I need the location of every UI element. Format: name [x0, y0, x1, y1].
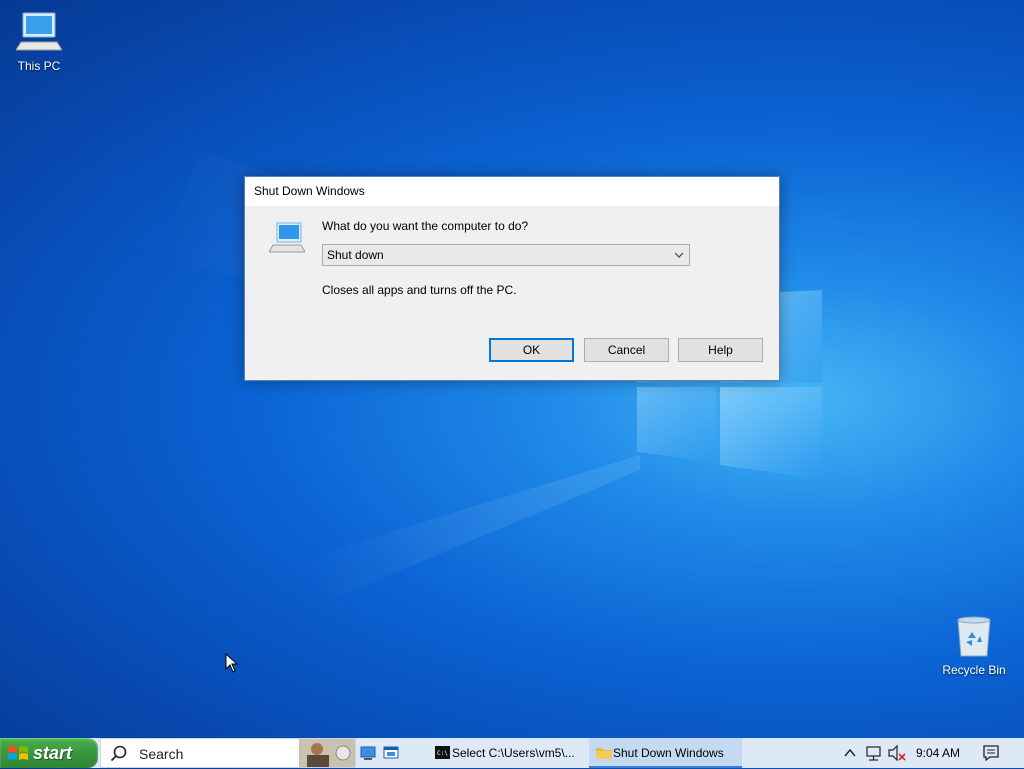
- shutdown-dialog: Shut Down Windows What do you want the c…: [244, 176, 780, 381]
- dialog-prompt: What do you want the computer to do?: [322, 219, 529, 233]
- windows-flag-icon: [8, 746, 28, 760]
- svg-text:C:\: C:\: [437, 750, 448, 757]
- desktop-icon-recycle-bin[interactable]: Recycle Bin: [934, 614, 1014, 677]
- network-icon[interactable]: [865, 738, 883, 768]
- taskbar-item-label: Shut Down Windows: [613, 746, 724, 760]
- option-description: Closes all apps and turns off the PC.: [322, 283, 517, 297]
- search-icon: [110, 745, 127, 762]
- help-button[interactable]: Help: [678, 338, 763, 362]
- desktop-quicklaunch-icon[interactable]: [360, 745, 376, 761]
- start-button[interactable]: start: [0, 738, 98, 768]
- cmd-icon: C:\: [435, 746, 450, 759]
- start-label: start: [33, 743, 73, 763]
- desktop-icon-label: This PC: [17, 59, 61, 73]
- search-placeholder: Search: [139, 746, 184, 762]
- search-highlight-image: [299, 739, 355, 767]
- mouse-cursor-icon: [225, 653, 239, 673]
- window-switcher-icon[interactable]: [383, 745, 399, 761]
- taskbar-item-label: Select C:\Users\vm5\...: [452, 746, 575, 760]
- dialog-title[interactable]: Shut Down Windows: [245, 177, 779, 206]
- folder-icon: [596, 748, 612, 759]
- taskbar: start Search C:\ Select C:\Users\vm5\...: [0, 738, 1024, 768]
- select-value: Shut down: [327, 248, 384, 262]
- ok-button[interactable]: OK: [489, 338, 574, 362]
- recycle-bin-icon: [957, 616, 991, 657]
- cancel-button[interactable]: Cancel: [584, 338, 669, 362]
- notifications-icon[interactable]: [982, 738, 1000, 768]
- desktop-icon-this-pc[interactable]: This PC: [0, 10, 79, 73]
- desktop-icon-label: Recycle Bin: [942, 663, 1006, 677]
- search-box[interactable]: Search: [100, 738, 356, 768]
- volume-muted-icon[interactable]: [887, 738, 907, 768]
- clock[interactable]: 9:04 AM: [906, 738, 970, 768]
- computer-icon: [269, 222, 305, 253]
- shutdown-option-select[interactable]: Shut down: [322, 244, 690, 266]
- computer-icon: [15, 12, 63, 51]
- taskbar-item-shutdown-dialog[interactable]: Shut Down Windows: [589, 738, 742, 768]
- chevron-down-icon: [674, 252, 684, 258]
- chevron-up-icon[interactable]: [843, 738, 857, 768]
- taskbar-item-cmd[interactable]: C:\ Select C:\Users\vm5\...: [428, 738, 584, 768]
